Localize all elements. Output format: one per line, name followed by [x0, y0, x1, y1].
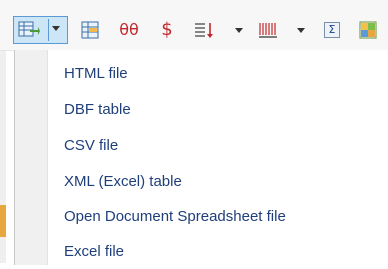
- barcode-dropdown[interactable]: [296, 19, 306, 41]
- chevron-down-icon: [235, 27, 243, 33]
- menu-item-dbf-table[interactable]: DBF table: [48, 91, 388, 127]
- grid-icon[interactable]: [358, 19, 378, 41]
- currency-icon[interactable]: $: [157, 19, 177, 41]
- chevron-down-icon[interactable]: [52, 26, 60, 31]
- export-table-icon[interactable]: [18, 20, 40, 45]
- sum-icon[interactable]: Σ: [322, 19, 342, 41]
- strikethrough-icon[interactable]: θθ: [114, 19, 144, 41]
- export-dropdown-menu: HTML file DBF table CSV file XML (Excel)…: [14, 50, 388, 265]
- strikethrough-glyph: θθ: [119, 20, 139, 39]
- menu-item-html-file[interactable]: HTML file: [48, 55, 388, 91]
- currency-glyph: $: [161, 19, 173, 40]
- sort-lines-dropdown[interactable]: [234, 19, 244, 41]
- menu-item-csv-file[interactable]: CSV file: [48, 127, 388, 163]
- menu-icon-gutter: [15, 50, 48, 265]
- sum-box: Σ: [324, 22, 340, 38]
- page-left-accent: [0, 205, 6, 237]
- menu-item-xml-excel-table[interactable]: XML (Excel) table: [48, 163, 388, 199]
- chevron-down-icon: [297, 27, 305, 33]
- split-divider: [48, 19, 49, 41]
- sum-glyph: Σ: [328, 23, 336, 36]
- menu-item-excel-file[interactable]: Excel file: [48, 233, 388, 269]
- table-icon[interactable]: [80, 19, 100, 41]
- barcode-icon[interactable]: [257, 19, 281, 41]
- export-split-button[interactable]: [13, 16, 68, 44]
- sort-lines-icon[interactable]: [193, 19, 215, 41]
- toolbar: θθ $ Σ: [0, 0, 388, 51]
- menu-item-ods-file[interactable]: Open Document Spreadsheet file: [48, 198, 388, 234]
